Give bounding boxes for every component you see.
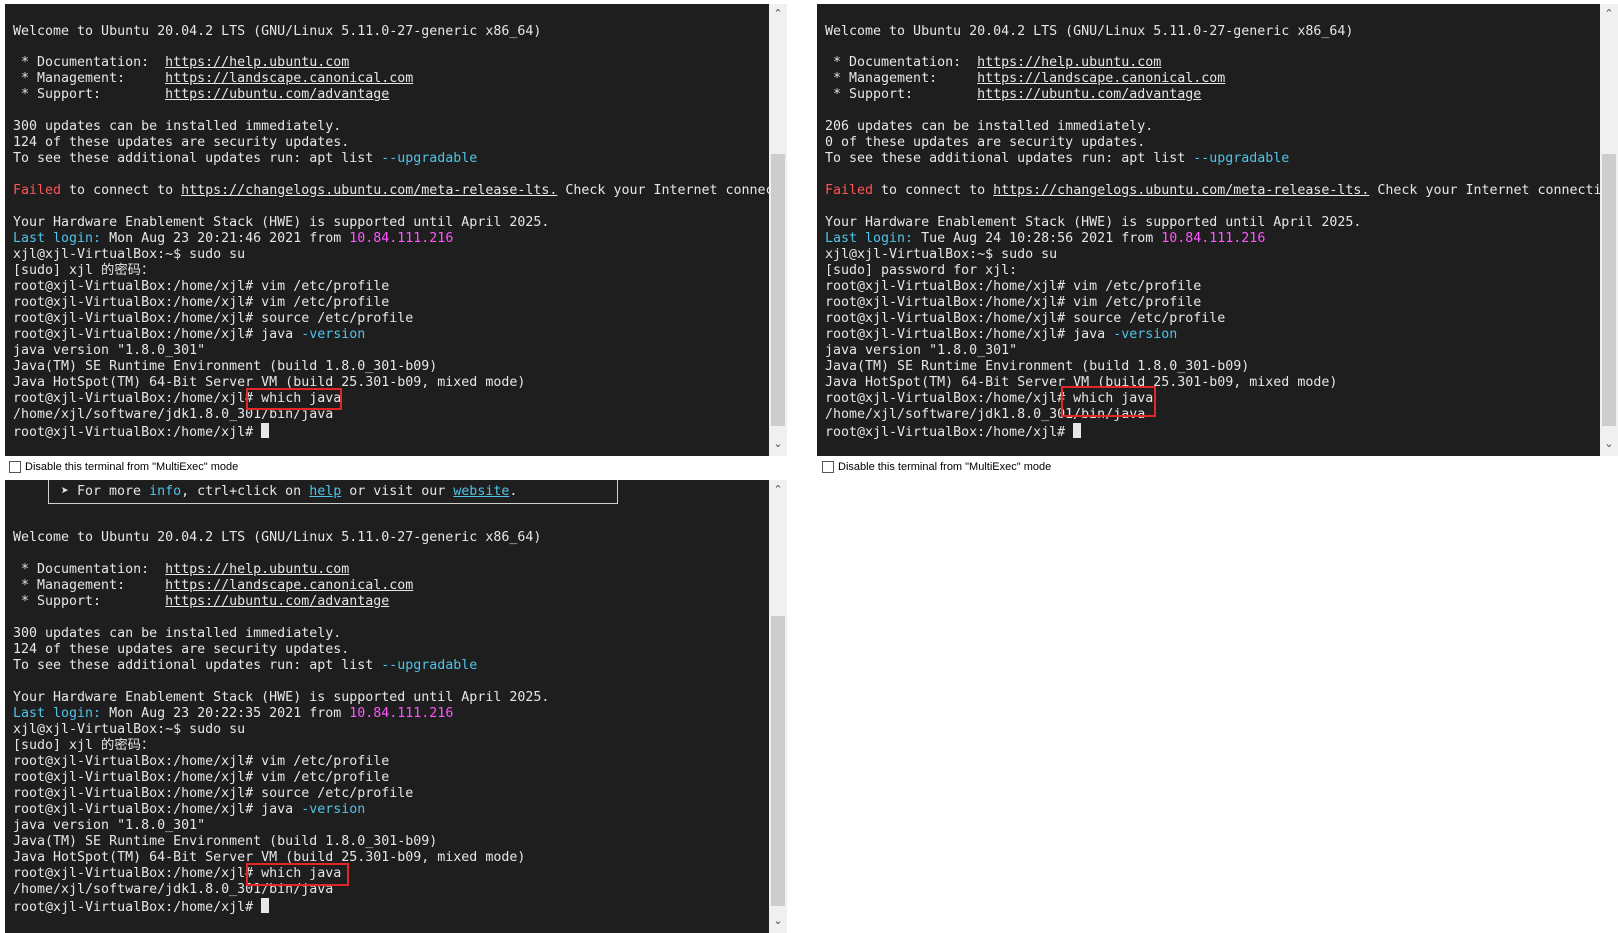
welcome-line: Welcome to Ubuntu 20.04.2 LTS (GNU/Linux… bbox=[13, 530, 542, 545]
upgrade-line: To see these additional updates run: apt… bbox=[13, 151, 478, 166]
upgrade-line: To see these additional updates run: apt… bbox=[825, 151, 1290, 166]
hwe-line: Your Hardware Enablement Stack (HWE) is … bbox=[13, 215, 550, 230]
scroll-down-icon[interactable]: ⌄ bbox=[1600, 436, 1618, 452]
doc-link[interactable]: https://help.ubuntu.com bbox=[977, 55, 1161, 70]
prompt-line: root@xjl-VirtualBox:/home/xjl# bbox=[13, 423, 270, 441]
cmd-line: xjl@xjl-VirtualBox:~$ sudo su bbox=[13, 247, 246, 262]
security-line: 124 of these updates are security update… bbox=[13, 642, 350, 657]
cmd-line: root@xjl-VirtualBox:/home/xjl# java -ver… bbox=[825, 327, 1178, 342]
cmd-line: root@xjl-VirtualBox:/home/xjl# vim /etc/… bbox=[13, 279, 390, 294]
multiexec-toggle[interactable]: Disable this terminal from "MultiExec" m… bbox=[822, 461, 1051, 473]
prompt-line: root@xjl-VirtualBox:/home/xjl# bbox=[825, 423, 1082, 441]
failed-line: Failed to connect to https://changelogs.… bbox=[13, 183, 769, 198]
mgmt-link[interactable]: https://landscape.canonical.com bbox=[977, 71, 1225, 86]
welcome-line: Welcome to Ubuntu 20.04.2 LTS (GNU/Linux… bbox=[13, 24, 542, 39]
terminal-output[interactable]: ➤ For more info, ctrl+click on help or v… bbox=[5, 480, 769, 933]
scrollbar-thumb[interactable] bbox=[771, 154, 785, 426]
support-link[interactable]: https://ubuntu.com/advantage bbox=[165, 87, 389, 102]
output-line: java version "1.8.0_301" bbox=[13, 818, 206, 833]
doc-link[interactable]: https://help.ubuntu.com bbox=[165, 562, 349, 577]
cursor bbox=[1073, 423, 1082, 438]
terminal-pane-2[interactable]: Welcome to Ubuntu 20.04.2 LTS (GNU/Linux… bbox=[817, 4, 1618, 456]
sudo-prompt-line: [sudo] xjl 的密码： bbox=[13, 263, 155, 278]
scrollbar-thumb[interactable] bbox=[1602, 154, 1616, 426]
doc-line: * Documentation: https://help.ubuntu.com bbox=[13, 55, 350, 70]
support-line: * Support: https://ubuntu.com/advantage bbox=[13, 87, 390, 102]
multiexec-toggle[interactable]: Disable this terminal from "MultiExec" m… bbox=[9, 461, 238, 473]
last-login-line: Last login: Tue Aug 24 10:28:56 2021 fro… bbox=[825, 231, 1266, 246]
highlight-box bbox=[246, 388, 342, 410]
cmd-line: root@xjl-VirtualBox:/home/xjl# vim /etc/… bbox=[825, 279, 1202, 294]
support-link[interactable]: https://ubuntu.com/advantage bbox=[165, 594, 389, 609]
doc-line: * Documentation: https://help.ubuntu.com bbox=[825, 55, 1162, 70]
sudo-prompt-line: [sudo] password for xjl: bbox=[825, 263, 1018, 278]
cmd-line: root@xjl-VirtualBox:/home/xjl# java -ver… bbox=[13, 327, 366, 342]
scrollbar[interactable]: ⌃ ⌄ bbox=[769, 480, 787, 933]
mgmt-link[interactable]: https://landscape.canonical.com bbox=[165, 578, 413, 593]
terminal-output[interactable]: Welcome to Ubuntu 20.04.2 LTS (GNU/Linux… bbox=[817, 4, 1600, 456]
scroll-up-icon[interactable]: ⌃ bbox=[1600, 6, 1618, 22]
mgmt-line: * Management: https://landscape.canonica… bbox=[13, 71, 414, 86]
scrollbar[interactable]: ⌃ ⌄ bbox=[1600, 4, 1618, 456]
cmd-line: root@xjl-VirtualBox:/home/xjl# vim /etc/… bbox=[13, 770, 390, 785]
upgrade-line: To see these additional updates run: apt… bbox=[13, 658, 478, 673]
security-line: 0 of these updates are security updates. bbox=[825, 135, 1146, 150]
support-line: * Support: https://ubuntu.com/advantage bbox=[13, 594, 390, 609]
cmd-line: root@xjl-VirtualBox:/home/xjl# vim /etc/… bbox=[13, 754, 390, 769]
last-login-line: Last login: Mon Aug 23 20:22:35 2021 fro… bbox=[13, 706, 454, 721]
hwe-line: Your Hardware Enablement Stack (HWE) is … bbox=[825, 215, 1362, 230]
highlight-box bbox=[246, 863, 349, 886]
mgmt-line: * Management: https://landscape.canonica… bbox=[13, 578, 414, 593]
cmd-line: root@xjl-VirtualBox:/home/xjl# vim /etc/… bbox=[13, 295, 390, 310]
cmd-line: root@xjl-VirtualBox:/home/xjl# source /e… bbox=[13, 311, 414, 326]
updates-line: 300 updates can be installed immediately… bbox=[13, 119, 342, 134]
output-line: Java(TM) SE Runtime Environment (build 1… bbox=[13, 834, 438, 849]
prompt-line: root@xjl-VirtualBox:/home/xjl# bbox=[13, 898, 270, 916]
cmd-line: root@xjl-VirtualBox:/home/xjl# java -ver… bbox=[13, 802, 366, 817]
terminal-output[interactable]: Welcome to Ubuntu 20.04.2 LTS (GNU/Linux… bbox=[5, 4, 769, 456]
output-line: Java(TM) SE Runtime Environment (build 1… bbox=[13, 359, 438, 374]
highlight-box bbox=[1061, 386, 1156, 417]
scroll-down-icon[interactable]: ⌄ bbox=[769, 436, 787, 452]
info-banner-text: ➤ For more info, ctrl+click on help or v… bbox=[61, 484, 518, 499]
scroll-up-icon[interactable]: ⌃ bbox=[769, 6, 787, 22]
cmd-line: xjl@xjl-VirtualBox:~$ sudo su bbox=[825, 247, 1058, 262]
output-line: java version "1.8.0_301" bbox=[825, 343, 1018, 358]
cmd-line: root@xjl-VirtualBox:/home/xjl# source /e… bbox=[825, 311, 1226, 326]
output-line: Java(TM) SE Runtime Environment (build 1… bbox=[825, 359, 1250, 374]
doc-link[interactable]: https://help.ubuntu.com bbox=[165, 55, 349, 70]
mgmt-line: * Management: https://landscape.canonica… bbox=[825, 71, 1226, 86]
mgmt-link[interactable]: https://landscape.canonical.com bbox=[165, 71, 413, 86]
doc-line: * Documentation: https://help.ubuntu.com bbox=[13, 562, 350, 577]
website-link[interactable]: website bbox=[453, 484, 509, 499]
last-login-line: Last login: Mon Aug 23 20:21:46 2021 fro… bbox=[13, 231, 454, 246]
security-line: 124 of these updates are security update… bbox=[13, 135, 350, 150]
scrollbar[interactable]: ⌃ ⌄ bbox=[769, 4, 787, 456]
sudo-prompt-line: [sudo] xjl 的密码： bbox=[13, 738, 155, 753]
help-link[interactable]: help bbox=[309, 484, 341, 499]
scroll-down-icon[interactable]: ⌄ bbox=[769, 913, 787, 929]
changelogs-link[interactable]: https://changelogs.ubuntu.com/meta-relea… bbox=[993, 183, 1369, 198]
updates-line: 206 updates can be installed immediately… bbox=[825, 119, 1154, 134]
cmd-line: xjl@xjl-VirtualBox:~$ sudo su bbox=[13, 722, 246, 737]
support-line: * Support: https://ubuntu.com/advantage bbox=[825, 87, 1202, 102]
terminal-pane-1[interactable]: Welcome to Ubuntu 20.04.2 LTS (GNU/Linux… bbox=[5, 4, 787, 456]
hwe-line: Your Hardware Enablement Stack (HWE) is … bbox=[13, 690, 550, 705]
cmd-line: root@xjl-VirtualBox:/home/xjl# vim /etc/… bbox=[825, 295, 1202, 310]
welcome-line: Welcome to Ubuntu 20.04.2 LTS (GNU/Linux… bbox=[825, 24, 1354, 39]
checkbox[interactable] bbox=[9, 461, 21, 473]
updates-line: 300 updates can be installed immediately… bbox=[13, 626, 342, 641]
scroll-up-icon[interactable]: ⌃ bbox=[769, 482, 787, 498]
terminal-pane-3[interactable]: ➤ For more info, ctrl+click on help or v… bbox=[5, 480, 787, 933]
checkbox[interactable] bbox=[822, 461, 834, 473]
cursor bbox=[261, 898, 270, 913]
failed-line: Failed to connect to https://changelogs.… bbox=[825, 183, 1600, 198]
changelogs-link[interactable]: https://changelogs.ubuntu.com/meta-relea… bbox=[181, 183, 557, 198]
output-line: java version "1.8.0_301" bbox=[13, 343, 206, 358]
scrollbar-thumb[interactable] bbox=[771, 616, 785, 906]
cursor bbox=[261, 423, 270, 438]
support-link[interactable]: https://ubuntu.com/advantage bbox=[977, 87, 1201, 102]
cmd-line: root@xjl-VirtualBox:/home/xjl# source /e… bbox=[13, 786, 414, 801]
